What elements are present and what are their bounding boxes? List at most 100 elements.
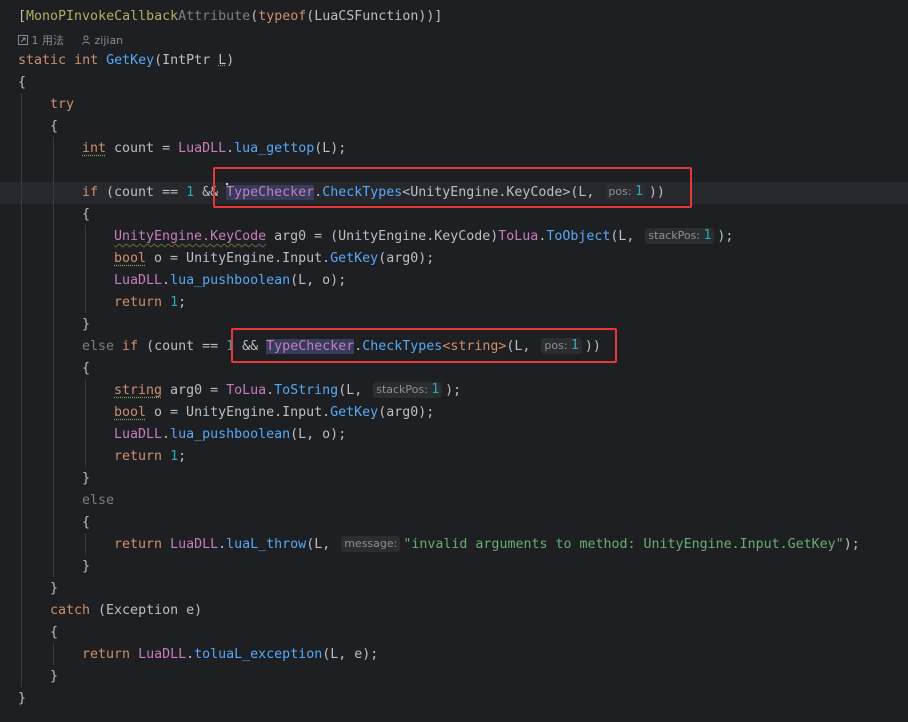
condition-left: (count == (98, 185, 187, 200)
semicolon: ; (178, 295, 187, 310)
call-args: (L, (610, 229, 643, 244)
code-vision-hint[interactable]: 1 用法 zijian (18, 32, 123, 50)
method-call: ToString (274, 383, 339, 398)
indent-guide (85, 379, 86, 467)
author-hint[interactable]: zijian (81, 32, 123, 50)
call-args: (L, (338, 383, 371, 398)
code-line-body2-1[interactable]: string arg0 = ToLua.ToString(L, stackPos… (114, 380, 461, 402)
class-ref: LuaDLL (170, 537, 219, 552)
class-ref: LuaDLL (138, 647, 187, 662)
method-call: luaL_throw (226, 537, 307, 552)
return-keyword: return (114, 449, 163, 464)
count-decl: count = (106, 141, 179, 156)
attribute-name: MonoPInvokeCallback (26, 9, 179, 24)
decl-rest: arg0 = (162, 383, 227, 398)
method-call: lua_pushboolean (170, 273, 291, 288)
return-keyword: return (82, 647, 131, 662)
method-call: ToObject (546, 229, 611, 244)
try-keyword: try (50, 97, 75, 112)
class-ref: ToLua (498, 229, 539, 244)
code-line-throw[interactable]: return LuaDLL.luaL_throw(L, message: "inv… (114, 534, 860, 556)
decl-rest: arg0 = (UnityEngine.KeyCode) (266, 229, 499, 244)
semicolon: ; (178, 449, 187, 464)
code-line-body1-2[interactable]: bool o = UnityEngine.Input.GetKey(arg0); (114, 248, 434, 270)
condition-left: (count == (138, 339, 227, 354)
class-ref: LuaDLL (114, 427, 163, 442)
catch-keyword: catch (50, 603, 91, 618)
usages-text: 1 用法 (31, 34, 65, 47)
call-close: ); (717, 229, 734, 244)
method-call: lua_gettop (234, 141, 315, 156)
dot: . (226, 141, 235, 156)
method-call: lua_pushboolean (170, 427, 291, 442)
code-line-body2-3[interactable]: LuaDLL.lua_pushboolean(L, o); (114, 424, 346, 446)
call-close: ); (445, 383, 462, 398)
usages-hint[interactable]: 1 用法 (18, 32, 64, 50)
code-line-catch[interactable]: catch (Exception e) (50, 600, 202, 622)
else-keyword: else (82, 493, 115, 508)
type-ref: UnityEngine.KeyCode (114, 229, 267, 244)
author-text: zijian (94, 34, 124, 47)
brace-open: { (50, 119, 59, 134)
brace-open: { (50, 625, 59, 640)
brace-close: } (82, 559, 91, 574)
code-line-body1-4[interactable]: return 1; (114, 292, 186, 314)
int-keyword: int (74, 53, 99, 68)
class-ref: ToLua (226, 383, 267, 398)
code-line-body2-2[interactable]: bool o = UnityEngine.Input.GetKey(arg0); (114, 402, 434, 424)
string-type: string (114, 383, 163, 398)
if-keyword: if (82, 185, 99, 200)
param-inlay-hint: message: (341, 536, 401, 552)
brace-open: { (82, 361, 91, 376)
call-args: (L, (306, 537, 339, 552)
call-args: (arg0); (378, 405, 435, 420)
indent-guide (53, 643, 54, 665)
call-args: (arg0); (378, 251, 435, 266)
indent-guide (21, 93, 22, 687)
inlay-name: stackPos: (648, 229, 701, 242)
external-link-icon (18, 35, 28, 45)
brace-open: { (18, 75, 27, 90)
return-keyword: return (114, 537, 163, 552)
code-line-body1-1[interactable]: UnityEngine.KeyCode arg0 = (UnityEngine.… (114, 226, 733, 248)
indent-guide (53, 137, 54, 577)
brace-close: } (50, 581, 59, 596)
catch-clause: (Exception e) (90, 603, 203, 618)
code-line-body1-3[interactable]: LuaDLL.lua_pushboolean(L, o); (114, 270, 346, 292)
class-ref: LuaDLL (178, 141, 227, 156)
code-line-signature[interactable]: static int GetKey(IntPtr L) (18, 50, 234, 72)
decl-rest: o = UnityEngine.Input. (146, 251, 331, 266)
brace-close: } (18, 691, 27, 706)
call-args: (L, o); (290, 427, 347, 442)
return-keyword: return (114, 295, 163, 310)
annotation-box-checktypes-keycode (213, 167, 692, 208)
else-keyword: else (82, 339, 115, 354)
indent-guide (85, 533, 86, 555)
method-call: GetKey (330, 405, 379, 420)
method-call: GetKey (330, 251, 379, 266)
call-args: (L, e); (322, 647, 379, 662)
inlay-value: 1 (703, 228, 712, 243)
inlay-name: stackPos: (376, 383, 428, 396)
brace-close: } (50, 669, 59, 684)
decl-rest: o = UnityEngine.Input. (146, 405, 331, 420)
param-close: ) (226, 53, 235, 68)
brace-close: } (82, 471, 91, 486)
attribute-arg: (LuaCSFunction))] (306, 9, 443, 24)
param-list: (IntPtr (154, 53, 219, 68)
code-line-catch-return[interactable]: return LuaDLL.toluaL_exception(L, e); (82, 644, 378, 666)
code-line-count[interactable]: int count = LuaDLL.lua_gettop(L); (82, 138, 346, 160)
code-editor[interactable]: [MonoPInvokeCallbackAttribute(typeof(Lua… (0, 0, 908, 722)
brace-open: { (82, 515, 91, 530)
typeof-keyword: typeof (258, 9, 307, 24)
code-line-attribute[interactable]: [MonoPInvokeCallbackAttribute(typeof(Lua… (18, 6, 442, 28)
brace-close: } (82, 317, 91, 332)
number-literal: 1 (186, 185, 195, 200)
code-line-body2-4[interactable]: return 1; (114, 446, 186, 468)
int-type: int (82, 141, 107, 156)
bool-type: bool (114, 251, 147, 266)
method-call: toluaL_exception (194, 647, 323, 662)
param-inlay-hint: stackPos: 1 (645, 228, 715, 244)
call-args: (L); (314, 141, 347, 156)
static-keyword: static (18, 53, 67, 68)
